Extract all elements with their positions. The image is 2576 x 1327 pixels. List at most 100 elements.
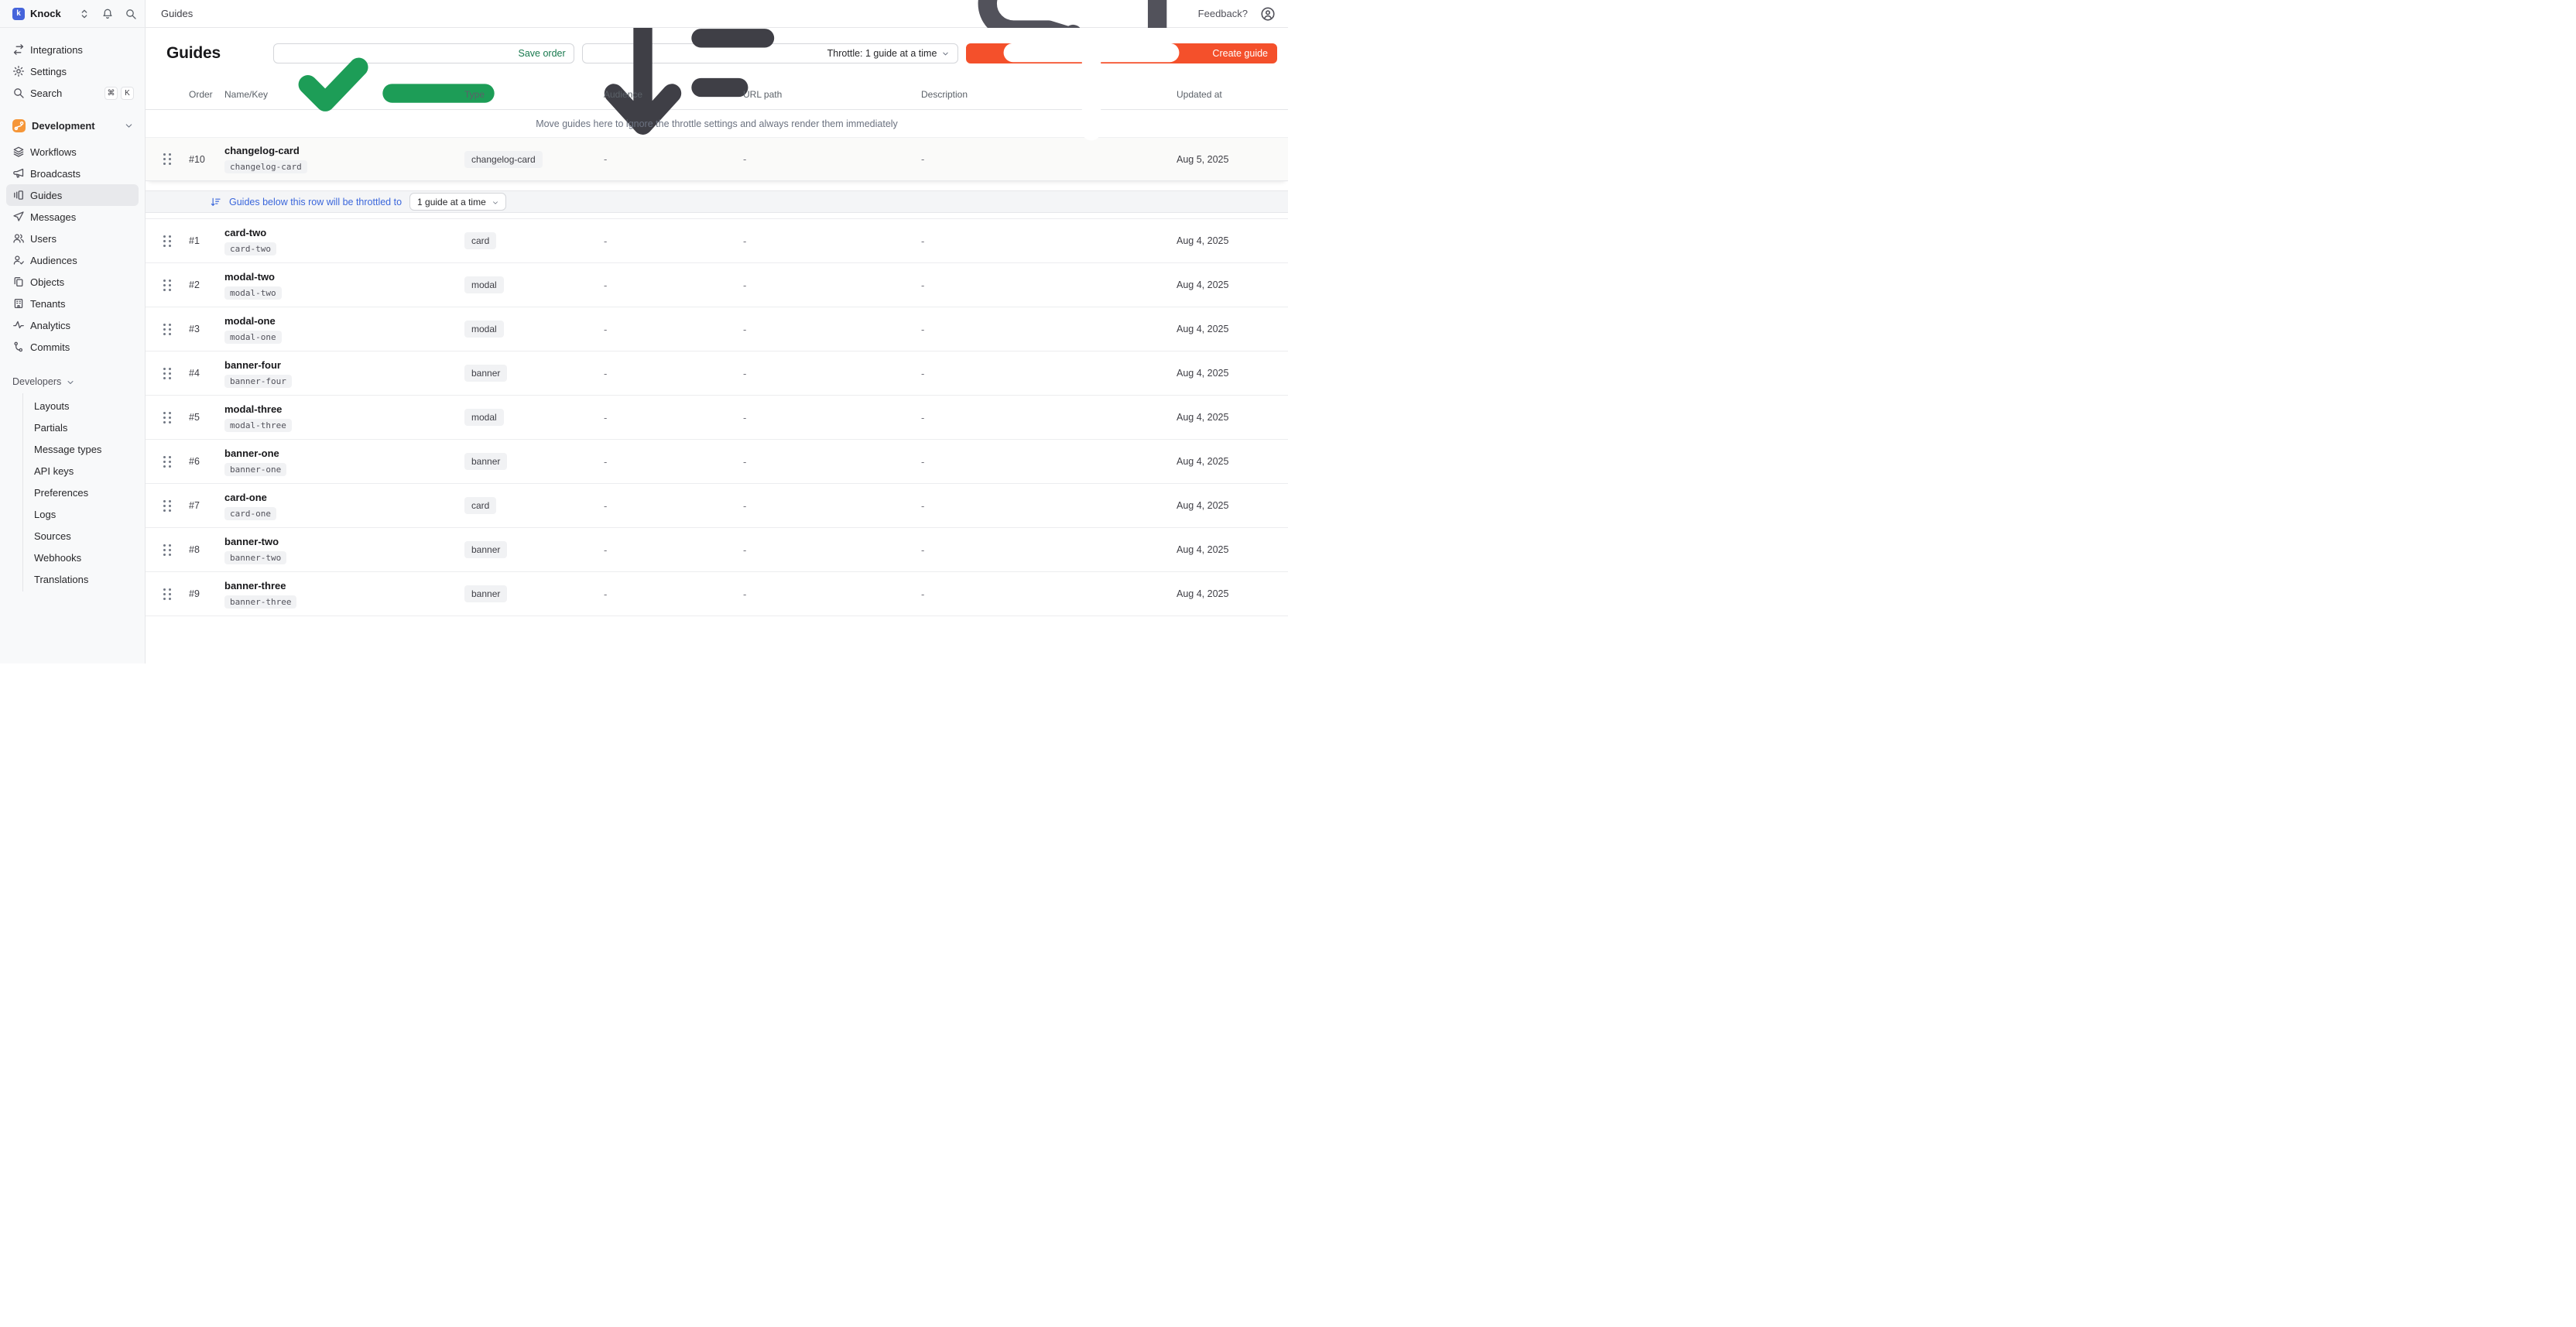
guide-key-badge: banner-four	[224, 375, 292, 388]
guide-active-check-icon	[441, 499, 454, 513]
sidebar-item-translations[interactable]: Translations	[23, 568, 145, 590]
create-guide-button[interactable]: Create guide	[966, 43, 1277, 63]
sidebar-item-audiences[interactable]: Audiences	[6, 249, 139, 271]
page-title: Guides	[166, 44, 221, 63]
guide-updated-at: Aug 4, 2025	[1153, 500, 1277, 511]
guide-type-badge: changelog-card	[464, 151, 543, 168]
guide-type-badge: card	[464, 232, 496, 249]
guide-updated-at: Aug 4, 2025	[1153, 235, 1277, 246]
table-row[interactable]: #8 banner-two banner-two banner - - - Au…	[146, 528, 1288, 572]
sidebar-item-tenants[interactable]: Tenants	[6, 293, 139, 314]
guide-audience: -	[596, 368, 735, 379]
guide-active-check-icon	[441, 323, 454, 336]
guide-order: #5	[183, 412, 218, 423]
guide-description: -	[913, 324, 1153, 335]
guide-url-path: -	[735, 500, 913, 512]
drag-handle-icon[interactable]	[161, 232, 173, 250]
sidebar-item-settings[interactable]: Settings	[6, 60, 139, 82]
table-row[interactable]: #9 banner-three banner-three banner - - …	[146, 572, 1288, 616]
sidebar-item-webhooks[interactable]: Webhooks	[23, 547, 145, 568]
guide-audience: -	[596, 235, 735, 247]
environment-switcher[interactable]: Development	[6, 115, 139, 136]
throttle-dropdown-button[interactable]: Throttle: 1 guide at a time	[582, 43, 959, 63]
drag-handle-icon[interactable]	[161, 150, 173, 168]
guide-key-badge: card-two	[224, 242, 276, 255]
drag-handle-icon[interactable]	[161, 585, 173, 603]
search-icon	[12, 87, 25, 99]
workspace-switcher-icon[interactable]	[78, 8, 91, 20]
column-header-type: Type	[433, 89, 596, 100]
sidebar-item-api-keys[interactable]: API keys	[23, 460, 145, 482]
save-order-button[interactable]: Save order	[273, 43, 574, 63]
guide-name: banner-two	[224, 536, 433, 547]
sidebar-item-search[interactable]: Search ⌘K	[6, 82, 139, 104]
guide-order: #9	[183, 588, 218, 599]
drag-handle-icon[interactable]	[161, 497, 173, 515]
chevron-down-icon	[492, 198, 499, 206]
sidebar-main-group: Workflows Broadcasts Guides Messages Use…	[0, 141, 145, 358]
table-row[interactable]: #5 modal-three modal-three modal - - - A…	[146, 396, 1288, 440]
table-row[interactable]: #2 modal-two modal-two modal - - - Aug 4…	[146, 263, 1288, 307]
guide-active-check-icon	[441, 588, 454, 601]
drag-handle-icon[interactable]	[161, 321, 173, 338]
table-row[interactable]: #7 card-one card-one card - - - Aug 4, 2…	[146, 484, 1288, 528]
developers-section-toggle[interactable]: Developers	[6, 372, 139, 392]
guide-name: banner-four	[224, 359, 433, 371]
topbar: Guides Feedback?	[146, 0, 1288, 28]
guide-type-badge: card	[464, 497, 496, 514]
guide-order: #7	[183, 500, 218, 511]
sidebar-item-workflows[interactable]: Workflows	[6, 141, 139, 163]
guide-order: #6	[183, 456, 218, 467]
sidebar-item-guides[interactable]: Guides	[6, 184, 139, 206]
guide-type-badge: modal	[464, 276, 504, 293]
tenants-icon	[12, 297, 25, 310]
sidebar-item-logs[interactable]: Logs	[23, 503, 145, 525]
guide-active-check-icon	[441, 235, 454, 248]
sidebar-item-messages[interactable]: Messages	[6, 206, 139, 228]
guide-key-badge: banner-three	[224, 595, 296, 609]
kbd-shortcut: ⌘	[104, 87, 118, 100]
drag-handle-icon[interactable]	[161, 365, 173, 382]
sidebar: Integrations Settings Search ⌘K Developm…	[0, 28, 146, 664]
guide-order: #4	[183, 368, 218, 379]
table-row[interactable]: #4 banner-four banner-four banner - - - …	[146, 351, 1288, 396]
column-header-audience: Audience	[596, 89, 735, 100]
sidebar-item-analytics[interactable]: Analytics	[6, 314, 139, 336]
guide-name: changelog-card	[224, 145, 433, 156]
drag-handle-icon[interactable]	[161, 541, 173, 559]
sidebar-item-partials[interactable]: Partials	[23, 417, 145, 438]
guide-url-path: -	[735, 456, 913, 468]
drag-handle-icon[interactable]	[161, 276, 173, 294]
account-avatar-icon[interactable]	[1260, 6, 1276, 22]
sidebar-item-integrations[interactable]: Integrations	[6, 39, 139, 60]
guide-updated-at: Aug 4, 2025	[1153, 456, 1277, 467]
throttle-amount-select[interactable]: 1 guide at a time	[409, 193, 506, 211]
guide-order: #8	[183, 544, 218, 555]
guide-url-path: -	[735, 279, 913, 291]
guides-icon	[12, 189, 25, 201]
sidebar-item-layouts[interactable]: Layouts	[23, 395, 145, 417]
guide-name: modal-three	[224, 403, 433, 415]
table-row[interactable]: #6 banner-one banner-one banner - - - Au…	[146, 440, 1288, 484]
table-row[interactable]: #3 modal-one modal-one modal - - - Aug 4…	[146, 307, 1288, 351]
sidebar-item-sources[interactable]: Sources	[23, 525, 145, 547]
table-row[interactable]: #1 card-two card-two card - - - Aug 4, 2…	[146, 219, 1288, 263]
drag-handle-icon[interactable]	[161, 409, 173, 427]
notifications-bell-icon[interactable]	[101, 8, 114, 20]
developers-sublist: Layouts Partials Message types API keys …	[22, 393, 145, 591]
guide-audience: -	[596, 588, 735, 600]
sidebar-item-broadcasts[interactable]: Broadcasts	[6, 163, 139, 184]
search-icon[interactable]	[125, 8, 137, 20]
sidebar-item-message-types[interactable]: Message types	[23, 438, 145, 460]
kbd-shortcut: K	[121, 87, 134, 100]
drag-handle-icon[interactable]	[161, 453, 173, 471]
workspace-header: k Knock	[0, 0, 146, 28]
audiences-icon	[12, 254, 25, 266]
guide-updated-at: Aug 4, 2025	[1153, 412, 1277, 423]
sidebar-item-objects[interactable]: Objects	[6, 271, 139, 293]
sidebar-item-users[interactable]: Users	[6, 228, 139, 249]
guide-updated-at: Aug 4, 2025	[1153, 324, 1277, 334]
guide-key-badge: changelog-card	[224, 160, 307, 173]
sidebar-item-preferences[interactable]: Preferences	[23, 482, 145, 503]
sidebar-item-commits[interactable]: Commits	[6, 336, 139, 358]
